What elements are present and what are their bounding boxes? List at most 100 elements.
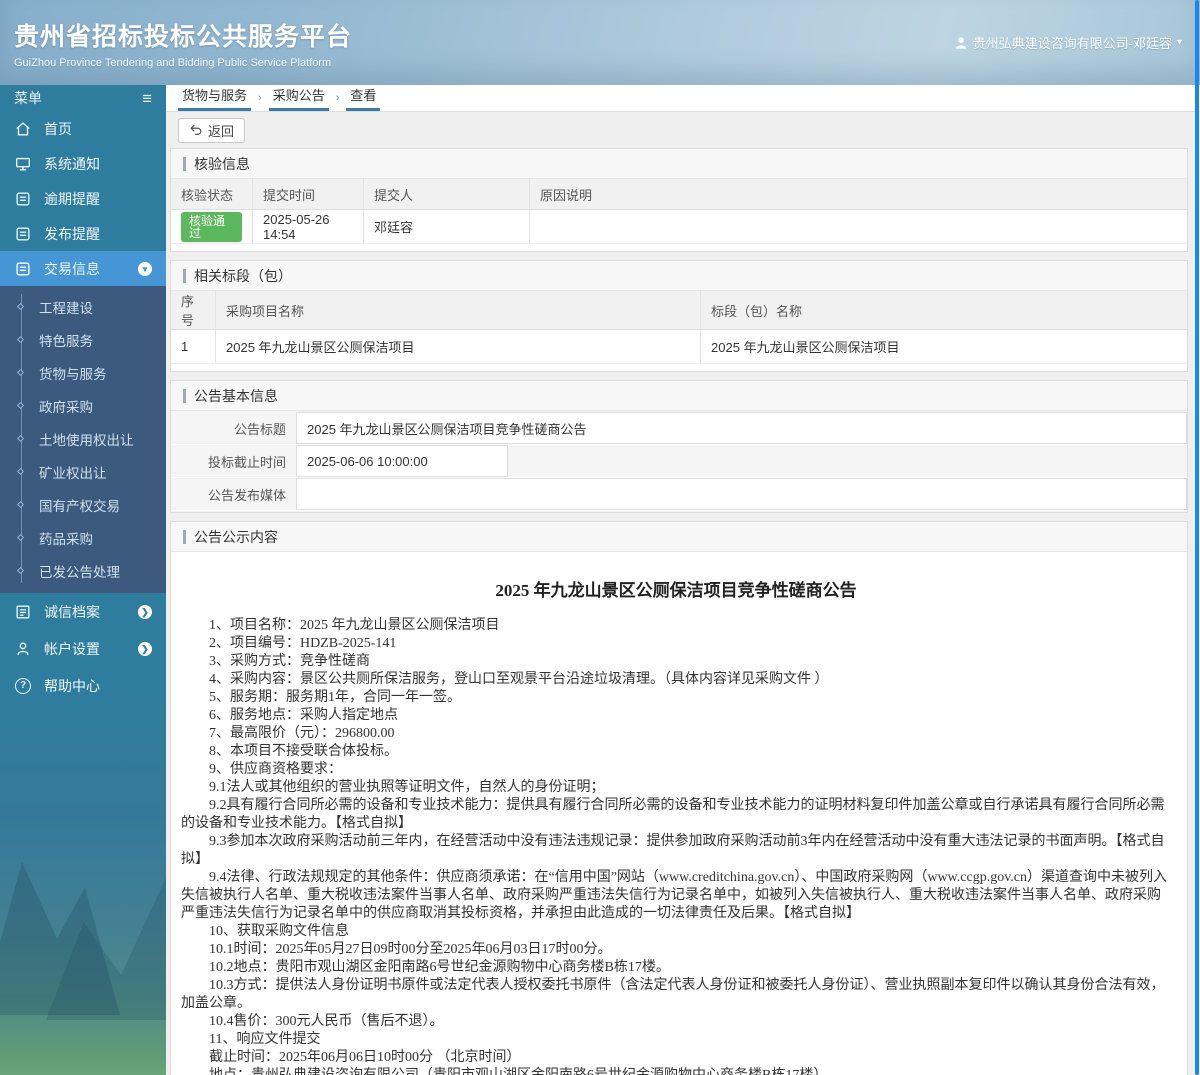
sidebar-submenu: 工程建设特色服务货物与服务政府采购土地使用权出让 矿业权出让国有产权交易药品采购已… [0,286,166,593]
notice-heading: 2025 年九龙山景区公厕保洁项目竞争性磋商公告 [495,581,857,600]
sidebar-subitem[interactable]: 政府采购 [0,389,166,422]
notice-line: 10.2地点：贵阳市观山湖区金阳南路6号世纪金源购物中心商务楼B栋17楼。 [209,960,670,975]
person-icon [14,640,32,658]
diamond-bullet-icon [16,500,25,508]
sidebar-subitem-label: 药品采购 [39,531,93,547]
document-icon [14,225,32,243]
diamond-bullet-icon [16,335,25,343]
package-name-cell: 2025 年九龙山景区公厕保洁项目 [711,340,900,355]
column-header: 序号 [171,291,216,329]
row-number-cell: 1 [171,330,216,363]
breadcrumb-item-procurement-notice[interactable]: 采购公告 [268,85,329,111]
sidebar-subitem[interactable]: 已发公告处理 [0,554,166,587]
notice-line: 10.1时间：2025年05月27日09时00分至2025年06月03日17时0… [209,942,612,957]
table-row: 1 2025 年九龙山景区公厕保洁项目 2025 年九龙山景区公厕保洁项目 [171,330,1187,364]
breadcrumb-item-goods-services[interactable]: 货物与服务 [178,85,252,111]
sidebar-item-label: 系统通知 [44,155,100,172]
sidebar-subitem[interactable]: 国有产权交易 [0,488,166,521]
notice-line: 地点：贵州弘典建设咨询有限公司（贵阳市观山湖区金阳南路6号世纪金源购物中心商务楼… [181,1067,1171,1075]
breadcrumb-separator: › [335,92,340,104]
notice-line: 9.2具有履行合同所必需的设备和专业技术能力：提供具有履行合同所必需的设备和专业… [181,798,1165,831]
notice-line: 9.4法律、行政法规规定的其他条件：供应商须承诺：在“信用中国”网站（www.c… [181,870,1167,921]
verify-info-panel: 核验信息 核验状态 提交时间 提交人 原因说明 核验通过 2025-05-26 … [170,148,1188,252]
notice-line: 11、响应文件提交 [209,1032,321,1047]
column-header: 提交时间 [253,179,364,209]
submitter-cell: 邓廷容 [364,210,530,243]
user-name: 贵州弘典建设咨询有限公司-邓廷容 [972,36,1172,51]
brand: 贵州省招标投标公共服务平台 GuiZhou Province Tendering… [14,17,352,69]
notice-content-panel: 公告公示内容 2025 年九龙山景区公厕保洁项目竞争性磋商公告 1、项目名称：2… [170,521,1188,1075]
content-area: 货物与服务 › 采购公告 › 查看 返回 核验信息 核验状态 提交时间 提交人 … [166,85,1200,1075]
notice-line: 10.4售价：300元人民币（售后不退）。 [209,1014,444,1029]
page: 贵州省招标投标公共服务平台 GuiZhou Province Tendering… [0,0,1200,1075]
form-row: 投标截止时间 2025-06-06 10:00:00 [171,445,1187,478]
panel-title-text: 核验信息 [194,155,250,172]
sidebar-item-account-settings[interactable]: 帐户设置 ❯ [0,630,166,667]
notice-line: 1、项目名称：2025 年九龙山景区公厕保洁项目 [209,618,500,633]
sidebar-subitem-label: 矿业权出让 [39,465,107,481]
sidebar-item-credit-archive[interactable]: 诚信档案 ❯ [0,593,166,630]
column-header: 采购项目名称 [216,291,701,329]
sidebar-subitem-label: 政府采购 [39,399,93,415]
sidebar-subitem[interactable]: 药品采购 [0,521,166,554]
sidebar-subitem[interactable]: 工程建设 [0,290,166,323]
notice-line: 5、服务期：服务期1年，合同一年一签。 [209,690,461,705]
sidebar-subitem-label: 特色服务 [39,333,93,349]
vertical-scrollbar[interactable] [1195,0,1199,1075]
title-marker [183,268,186,283]
publish-media-field [296,478,1187,510]
form-row: 公告标题 2025 年九龙山景区公厕保洁项目竞争性磋商公告 [171,412,1187,445]
hamburger-icon[interactable]: ≡ [142,90,152,107]
bid-deadline-field: 2025-06-06 10:00:00 [296,445,508,477]
sidebar-subitem[interactable]: 土地使用权出让 [0,422,166,455]
diamond-bullet-icon [16,467,25,475]
sidebar-item-system-notice[interactable]: 系统通知 [0,146,166,181]
notice-line: 9.3参加本次政府采购活动前三年内，在经营活动中没有违法违规记录：提供参加政府采… [181,834,1165,867]
notice-line: 10、获取采购文件信息 [209,924,349,939]
notice-line: 截止时间：2025年06月06日10时00分 （北京时间） [209,1050,521,1065]
sidebar-subitem-label: 工程建设 [39,300,93,316]
sidebar-item-overdue-reminder[interactable]: 逾期提醒 [0,181,166,216]
back-button[interactable]: 返回 [178,117,246,143]
chevron-right-icon: ❯ [138,641,152,656]
basic-info-form: 公告标题 2025 年九龙山景区公厕保洁项目竞争性磋商公告 投标截止时间 202… [171,411,1187,512]
sidebar-subitem[interactable]: 货物与服务 [0,356,166,389]
sidebar-subitem-label: 土地使用权出让 [39,432,134,448]
notice-title-field: 2025 年九龙山景区公厕保洁项目竞争性磋商公告 [296,412,1187,444]
platform-title: 贵州省招标投标公共服务平台 [14,22,353,51]
notice-body: 2025 年九龙山景区公厕保洁项目竞争性磋商公告 1、项目名称：2025 年九龙… [171,552,1187,1075]
column-header: 提交人 [364,179,530,209]
diamond-bullet-icon [16,434,25,442]
reason-cell [530,210,1187,243]
panel-title: 核验信息 [171,149,1187,179]
notice-line: 4、采购内容：景区公共厕所保洁服务，登山口至观景平台沿途垃圾清理。（具体内容详见… [209,672,829,687]
sidebar-item-transaction-info[interactable]: 交易信息 ▾ [0,251,166,286]
column-header: 核验状态 [171,179,253,209]
breadcrumb-item-view[interactable]: 查看 [346,85,381,111]
user-menu[interactable]: 贵州弘典建设咨询有限公司-邓廷容 ▾ [954,33,1182,52]
diamond-bullet-icon [16,533,25,541]
related-sections-panel: 相关标段（包） 序号 采购项目名称 标段（包）名称 1 2025 年九龙山景区公… [170,260,1188,372]
notice-line: 10.3方式：提供法人身份证明书原件或法定代表人授权委托书原件（含法定代表人身份… [181,978,1165,1011]
sidebar-subitem[interactable]: 矿业权出让 [0,455,166,488]
title-marker [183,529,186,544]
platform-subtitle: GuiZhou Province Tendering and Bidding P… [14,56,332,69]
sidebar-item-label: 帐户设置 [44,640,100,657]
sidebar-subitem-label: 货物与服务 [39,366,107,382]
sidebar-item-help-center[interactable]: ? 帮助中心 [0,667,166,704]
field-label: 公告标题 [233,421,286,437]
title-marker [183,156,186,171]
field-label: 公告发布媒体 [207,487,286,503]
notice-line: 8、本项目不接受联合体投标。 [209,744,398,759]
field-label: 投标截止时间 [207,454,286,470]
diamond-bullet-icon [16,566,25,574]
sidebar-subitem[interactable]: 特色服务 [0,323,166,356]
list-icon [14,603,32,621]
back-button-label: 返回 [208,123,235,139]
chevron-down-icon: ▾ [138,261,152,276]
sidebar-item-home[interactable]: 首页 [0,111,166,146]
column-header: 原因说明 [540,187,593,203]
diamond-bullet-icon [16,368,25,376]
sidebar-subitem-label: 已发公告处理 [39,564,120,580]
sidebar-item-publish-reminder[interactable]: 发布提醒 [0,216,166,251]
